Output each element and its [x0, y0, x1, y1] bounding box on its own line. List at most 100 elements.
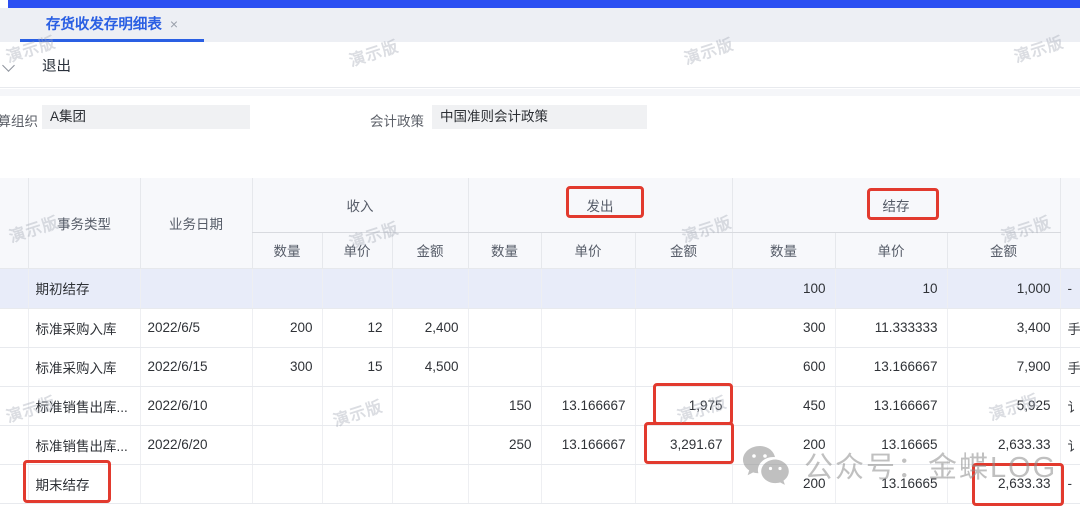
header-issue-amount: 金额: [635, 232, 732, 268]
table-cell[interactable]: 7,900: [947, 347, 1060, 386]
table-cell[interactable]: 11.333333: [835, 308, 947, 347]
header-transaction-type: 事务类型: [28, 178, 140, 268]
table-cell[interactable]: [468, 308, 541, 347]
toolbar-divider: [0, 89, 1080, 96]
table-row[interactable]: 标准采购入库2022/6/15300154,500 60013.1666677,9…: [0, 347, 1080, 386]
header-balance-qty: 数量: [732, 232, 835, 268]
header-business-date: 业务日期: [140, 178, 252, 268]
header-receipt-price: 单价: [322, 232, 392, 268]
table-cell[interactable]: [468, 464, 541, 503]
table-cell[interactable]: [252, 268, 322, 308]
table-cell[interactable]: [322, 464, 392, 503]
table-cell[interactable]: 200: [252, 308, 322, 347]
table-cell[interactable]: 2,633.33: [947, 425, 1060, 464]
table-cell[interactable]: [392, 425, 468, 464]
table-row[interactable]: 标准采购入库2022/6/5200122,400 30011.3333333,40…: [0, 308, 1080, 347]
table-cell[interactable]: [541, 464, 635, 503]
table-cell[interactable]: [392, 386, 468, 425]
table-cell[interactable]: 4,500: [392, 347, 468, 386]
filter-row: 核算组织 会计政策: [0, 104, 1080, 134]
table-cell[interactable]: 2022/6/20: [140, 425, 252, 464]
table-row[interactable]: 标准销售出库...2022/6/1015013.1666671,97545013…: [0, 386, 1080, 425]
table-cell[interactable]: [252, 386, 322, 425]
table-cell[interactable]: 12: [322, 308, 392, 347]
table-cell[interactable]: 期末结存: [28, 464, 140, 503]
table-cell[interactable]: [252, 464, 322, 503]
table-cell[interactable]: 150: [468, 386, 541, 425]
table-cell[interactable]: 2,633.33: [947, 464, 1060, 503]
table-cell[interactable]: 2022/6/15: [140, 347, 252, 386]
table-cell[interactable]: 300: [732, 308, 835, 347]
table-cell[interactable]: 250: [468, 425, 541, 464]
table-cell[interactable]: [541, 347, 635, 386]
table-cell[interactable]: 标准采购入库: [28, 308, 140, 347]
table-cell[interactable]: 13.166667: [541, 425, 635, 464]
table-cell[interactable]: [392, 268, 468, 308]
exit-button[interactable]: 退出: [38, 53, 75, 78]
header-group-balance: 结存: [732, 178, 1060, 232]
header-balance-price: 单价: [835, 232, 947, 268]
table-cell[interactable]: 13.166667: [541, 386, 635, 425]
table-cell: [0, 268, 28, 308]
tab-bar: 存货收发存明细表 ×: [0, 8, 1080, 42]
table-cell[interactable]: [392, 464, 468, 503]
table-row[interactable]: 期初结存100101,000-: [0, 268, 1080, 308]
table-cell[interactable]: [541, 268, 635, 308]
tab-inventory-report[interactable]: 存货收发存明细表 ×: [20, 8, 204, 42]
header-group-issue: 发出: [468, 178, 732, 232]
table-cell[interactable]: [140, 268, 252, 308]
table-cell[interactable]: 100: [732, 268, 835, 308]
table-cell[interactable]: [635, 308, 732, 347]
policy-field[interactable]: [432, 105, 647, 129]
table-cell[interactable]: 13.166667: [835, 386, 947, 425]
table-cell[interactable]: 13.166667: [835, 347, 947, 386]
header-balance-amount: 金额: [947, 232, 1060, 268]
table-cell[interactable]: 300: [252, 347, 322, 386]
table-cell[interactable]: 200: [732, 425, 835, 464]
table-cell[interactable]: [468, 268, 541, 308]
org-field[interactable]: [42, 105, 250, 129]
table-cell[interactable]: [635, 347, 732, 386]
table-cell[interactable]: 3,400: [947, 308, 1060, 347]
close-icon[interactable]: ×: [170, 17, 178, 31]
table-cell: 手: [1060, 308, 1080, 347]
table-cell[interactable]: 3,291.67: [635, 425, 732, 464]
header-receipt-qty: 数量: [252, 232, 322, 268]
table-cell[interactable]: 1,975: [635, 386, 732, 425]
table-row[interactable]: 标准销售出库...2022/6/20 25013.1666673,291.6720…: [0, 425, 1080, 464]
table-cell[interactable]: 2022/6/10: [140, 386, 252, 425]
table-cell[interactable]: [468, 347, 541, 386]
inventory-detail-table: 事务类型 业务日期 收入 发出 结存 数量 单价 金额 数量 单价 金额 数量 …: [0, 178, 1080, 504]
table-cell[interactable]: 15: [322, 347, 392, 386]
table-cell[interactable]: 1,000: [947, 268, 1060, 308]
table-cell[interactable]: [140, 464, 252, 503]
table-cell[interactable]: 10: [835, 268, 947, 308]
table-cell[interactable]: 2022/6/5: [140, 308, 252, 347]
tab-title: 存货收发存明细表: [46, 13, 162, 34]
table-cell: -: [1060, 464, 1080, 503]
table-cell[interactable]: 标准销售出库...: [28, 425, 140, 464]
table-cell: [0, 425, 28, 464]
table-cell[interactable]: [635, 268, 732, 308]
table-cell[interactable]: 2,400: [392, 308, 468, 347]
table-row[interactable]: 期末结存 20013.166652,633.33-: [0, 464, 1080, 503]
table-cell[interactable]: 标准销售出库...: [28, 386, 140, 425]
table-cell[interactable]: [322, 268, 392, 308]
table-cell[interactable]: [322, 386, 392, 425]
table-cell[interactable]: [322, 425, 392, 464]
table-cell[interactable]: [635, 464, 732, 503]
table-cell[interactable]: 5,925: [947, 386, 1060, 425]
table-cell[interactable]: 200: [732, 464, 835, 503]
table-cell[interactable]: [541, 308, 635, 347]
table-cell[interactable]: [252, 425, 322, 464]
header-filler: [0, 178, 28, 268]
table-cell[interactable]: 600: [732, 347, 835, 386]
table-cell[interactable]: 标准采购入库: [28, 347, 140, 386]
table-cell[interactable]: 13.16665: [835, 464, 947, 503]
chevron-down-icon[interactable]: [4, 60, 16, 72]
table-cell[interactable]: 13.16665: [835, 425, 947, 464]
table-cell[interactable]: 450: [732, 386, 835, 425]
table-cell: 讠: [1060, 386, 1080, 425]
table-cell: [0, 464, 28, 503]
table-cell[interactable]: 期初结存: [28, 268, 140, 308]
